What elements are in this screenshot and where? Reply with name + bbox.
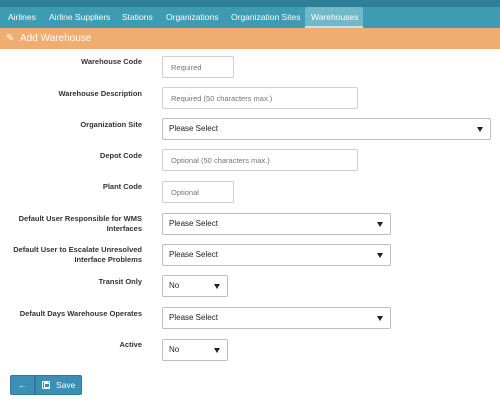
panel-header: ✎ Add Warehouse — [0, 28, 500, 49]
active-select[interactable]: No — [162, 339, 228, 361]
tab-stations[interactable]: Stations — [122, 7, 153, 28]
default-user-responsible-select[interactable]: Please Select — [162, 213, 391, 235]
transit-only-label: Transit Only — [98, 277, 142, 286]
tab-bar: Airlines Airline Suppliers Stations Orga… — [0, 7, 500, 28]
chevron-down-icon — [214, 348, 220, 353]
default-user-escalate-label: Default User to Escalate Unresolved Inte… — [0, 245, 142, 265]
default-days-value: Please Select — [169, 313, 218, 322]
depot-code-input[interactable] — [162, 149, 358, 171]
plant-code-input[interactable] — [162, 181, 234, 203]
chevron-down-icon — [377, 222, 383, 227]
default-user-escalate-value: Please Select — [169, 250, 218, 259]
default-days-label: Default Days Warehouse Operates — [19, 309, 142, 318]
warehouse-code-input[interactable] — [162, 56, 234, 78]
panel-title: Add Warehouse — [20, 33, 92, 44]
tab-airlines[interactable]: Airlines — [8, 7, 36, 28]
form-actions: ← Save — [10, 375, 82, 395]
default-days-select[interactable]: Please Select — [162, 307, 391, 329]
default-user-escalate-label-line1: Default User to Escalate Unresolved — [13, 245, 142, 254]
warehouse-description-label: Warehouse Description — [58, 89, 143, 98]
tab-organization-sites[interactable]: Organization Sites — [231, 7, 300, 28]
top-bar — [0, 0, 500, 7]
chevron-down-icon — [477, 127, 483, 132]
warehouse-code-label: Warehouse Code — [81, 57, 142, 66]
tab-organizations[interactable]: Organizations — [166, 7, 218, 28]
save-label: Save — [56, 380, 76, 390]
back-button[interactable]: ← — [10, 375, 35, 395]
save-button[interactable]: Save — [35, 375, 82, 395]
default-user-escalate-select[interactable]: Please Select — [162, 244, 391, 266]
active-value: No — [169, 345, 180, 354]
floppy-disk-icon — [42, 381, 50, 389]
transit-only-select[interactable]: No — [162, 275, 228, 297]
depot-code-label: Depot Code — [99, 151, 142, 160]
warehouse-description-input[interactable] — [162, 87, 358, 109]
tab-airline-suppliers[interactable]: Airline Suppliers — [49, 7, 110, 28]
pencil-icon: ✎ — [6, 33, 15, 44]
default-user-responsible-label-line2: Interfaces — [106, 224, 142, 233]
default-user-responsible-label: Default User Responsible for WMS Interfa… — [0, 214, 142, 234]
active-label: Active — [119, 340, 142, 349]
chevron-down-icon — [377, 253, 383, 258]
organization-site-select[interactable]: Please Select — [162, 118, 491, 140]
chevron-down-icon — [214, 284, 220, 289]
default-user-escalate-label-line2: Interface Problems — [74, 255, 142, 264]
organization-site-label: Organization Site — [80, 120, 142, 129]
default-user-responsible-value: Please Select — [169, 219, 218, 228]
plant-code-label: Plant Code — [102, 182, 142, 191]
tab-warehouses[interactable]: Warehouses — [305, 7, 363, 28]
transit-only-value: No — [169, 281, 180, 290]
back-arrow-icon: ← — [18, 380, 27, 390]
chevron-down-icon — [377, 316, 383, 321]
default-user-responsible-label-line1: Default User Responsible for WMS — [18, 214, 142, 223]
organization-site-value: Please Select — [169, 124, 218, 133]
